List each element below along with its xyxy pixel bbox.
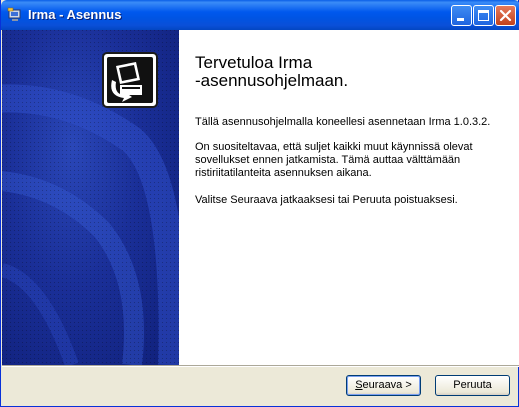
- installer-icon: [7, 7, 21, 21]
- next-accelerator: S: [355, 379, 363, 391]
- cancel-button[interactable]: Peruuta: [435, 375, 510, 396]
- welcome-heading: Tervetuloa Irma -asennusohjelmaan.: [195, 54, 505, 90]
- wizard-content: Tervetuloa Irma -asennusohjelmaan. Tällä…: [179, 30, 519, 365]
- computer-install-icon: [102, 52, 158, 108]
- next-label: euraava >: [362, 379, 412, 391]
- close-button[interactable]: [495, 5, 516, 26]
- maximize-button[interactable]: [473, 5, 494, 26]
- recommendation-paragraph: On suositeltavaa, että suljet kaikki muu…: [195, 141, 473, 179]
- divider: [2, 365, 519, 367]
- close-icon: [499, 9, 512, 22]
- intro-paragraph: Tällä asennusohjelmalla koneellesi asenn…: [195, 116, 491, 128]
- minimize-button[interactable]: [451, 5, 472, 26]
- window-title: Irma - Asennus: [28, 7, 122, 22]
- cancel-label: Peruuta: [453, 379, 492, 391]
- next-button[interactable]: Seuraava >: [346, 375, 421, 396]
- welcome-heading-text: Tervetuloa Irma -asennusohjelmaan.: [195, 53, 349, 90]
- minimize-icon: [457, 18, 464, 21]
- maximize-icon: [478, 10, 489, 21]
- installer-window: Irma - Asennus Tervetuloa Irma -asennuso…: [0, 0, 519, 407]
- title-bar[interactable]: Irma - Asennus: [1, 0, 519, 30]
- instruction-paragraph: Valitse Seuraava jatkaaksesi tai Peruuta…: [195, 194, 458, 206]
- wizard-side-banner: [2, 30, 179, 365]
